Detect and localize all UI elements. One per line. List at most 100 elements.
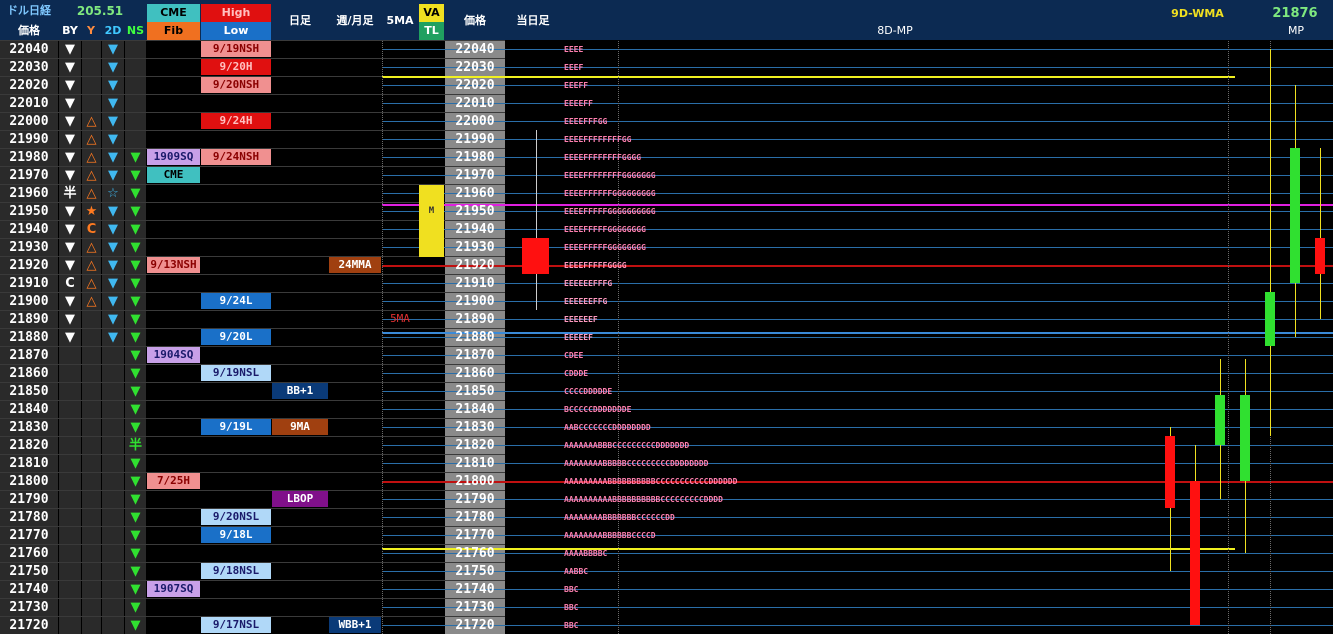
ns-marker: ▼	[130, 294, 141, 309]
ns-marker: ▼	[130, 600, 141, 615]
by-marker: C	[65, 276, 75, 291]
price-cell: 22040	[9, 42, 49, 57]
price-cell: 22030	[9, 60, 49, 75]
grid-line	[382, 625, 1333, 626]
header-price2: 価格	[464, 14, 486, 27]
grid-line	[382, 337, 1333, 338]
vertical-guide	[618, 41, 619, 634]
tpo-letters: EEEEFFFFFFFFGGGGGGG	[564, 171, 656, 180]
price-cell: 21940	[9, 222, 49, 237]
tpo-letters: AABCCCCCCCDDDDDDDD	[564, 423, 651, 432]
y-marker: C	[86, 222, 97, 237]
tpo-letters: CDDDE	[564, 369, 589, 378]
grid-line	[382, 193, 1333, 194]
tpo-letters: EEEEFFFFFGGGGGGGG	[564, 225, 646, 234]
tpo-letters: EEEEEEFFG	[564, 297, 608, 306]
mp-candle-body	[1215, 394, 1225, 445]
ns-marker: ▼	[130, 474, 141, 489]
d2-marker: ▼	[108, 42, 118, 57]
ma5-label: 5MA	[390, 312, 410, 325]
grid-line	[382, 283, 1333, 284]
price-cell-2: 21900	[455, 294, 495, 309]
tpo-letters: AAAAAAAAABBBBBBBBBBCCCCCCCCCCCDDDDDD	[564, 477, 738, 486]
tpo-letters: EEEEFFFFFFFFGG	[564, 135, 632, 144]
header-col-by: BY	[62, 24, 78, 37]
by-marker: ▼	[65, 96, 75, 111]
grid-line	[382, 463, 1333, 464]
ns-marker: ▼	[130, 618, 141, 633]
today-candle-body	[522, 238, 549, 274]
d2-marker: ▼	[108, 78, 118, 93]
d2-marker: ▼	[108, 312, 118, 327]
price-cell: 21890	[9, 312, 49, 327]
price-cell-2: 21940	[455, 222, 495, 237]
header-va: VA	[419, 4, 444, 22]
price-cell-2: 21890	[455, 312, 495, 327]
tpo-letters: EEEEFFFGG	[564, 117, 608, 126]
grid-line	[382, 427, 1333, 428]
price-cell: 21980	[9, 150, 49, 165]
tpo-letters: EEEEFFFFFGGGGGGGG	[564, 243, 646, 252]
ns-marker: ▼	[130, 528, 141, 543]
price-cell-2: 21910	[455, 276, 495, 291]
by-marker: ▼	[65, 132, 75, 147]
by-marker: ▼	[65, 258, 75, 273]
d2-marker: ▼	[108, 330, 118, 345]
mp-candle-wick	[1320, 148, 1321, 319]
row-separator	[0, 490, 505, 491]
header-title: ドル日経	[7, 4, 51, 17]
y-marker: △	[86, 114, 97, 129]
by-marker: ▼	[65, 312, 75, 327]
header-price-label: 価格	[18, 24, 40, 37]
by-marker: ▼	[65, 114, 75, 129]
row-separator	[0, 436, 505, 437]
price-cell: 21830	[9, 420, 49, 435]
d2-marker: ▼	[108, 114, 118, 129]
mp-candle-body	[1315, 238, 1325, 274]
price-cell-2: 21950	[455, 204, 495, 219]
tpo-letters: BCCCCCDDDDDDDE	[564, 405, 632, 414]
y-marker: △	[86, 258, 97, 273]
ns-marker: ▼	[130, 564, 141, 579]
price-cell: 21860	[9, 366, 49, 381]
price-cell: 21930	[9, 240, 49, 255]
tpo-letters: BBC	[564, 603, 579, 612]
by-marker: ▼	[65, 222, 75, 237]
price-cell: 21920	[9, 258, 49, 273]
price-cell-2: 21990	[455, 132, 495, 147]
grid-line	[382, 355, 1333, 356]
price-grid: 22040 22040 ▼ ▼ 22030 22030 ▼ ▼ 22020 22020 ▼ ▼ 2201…	[0, 40, 1333, 634]
price-cell-2: 21980	[455, 150, 495, 165]
grid-line	[382, 445, 1333, 446]
grid-line	[382, 157, 1333, 158]
ns-marker: ▼	[130, 384, 141, 399]
header-col-y: Y	[87, 24, 95, 37]
row-separator	[0, 400, 505, 401]
price-cell: 21750	[9, 564, 49, 579]
header-col-ns: NS	[126, 24, 145, 37]
by-marker: ▼	[65, 150, 75, 165]
price-cell-2: 21720	[455, 618, 495, 633]
tpo-letters: EEEEEEF	[564, 315, 598, 324]
ns-marker: ▼	[130, 366, 141, 381]
row-separator	[0, 472, 505, 473]
header-cme: CME	[147, 4, 200, 22]
price-cell: 21970	[9, 168, 49, 183]
d2-marker: ▼	[108, 258, 118, 273]
y-marker: △	[86, 186, 97, 201]
by-marker: ▼	[65, 60, 75, 75]
mp-candle-body	[1165, 436, 1175, 508]
row-separator	[0, 454, 505, 455]
mp-candle-wick	[1270, 49, 1271, 436]
by-marker: ▼	[65, 168, 75, 183]
grid-line	[382, 121, 1333, 122]
header-8d-mp: 8D-MP	[877, 24, 913, 37]
ns-marker: ▼	[130, 186, 141, 201]
price-cell-2: 21830	[455, 420, 495, 435]
header-daily: 日足	[289, 14, 311, 27]
price-cell: 21740	[9, 582, 49, 597]
price-cell: 21840	[9, 402, 49, 417]
high-low-label: 9/20L	[201, 329, 271, 345]
header-wma-label: 9D-WMA	[1171, 7, 1224, 20]
ns-marker: ▼	[130, 510, 141, 525]
